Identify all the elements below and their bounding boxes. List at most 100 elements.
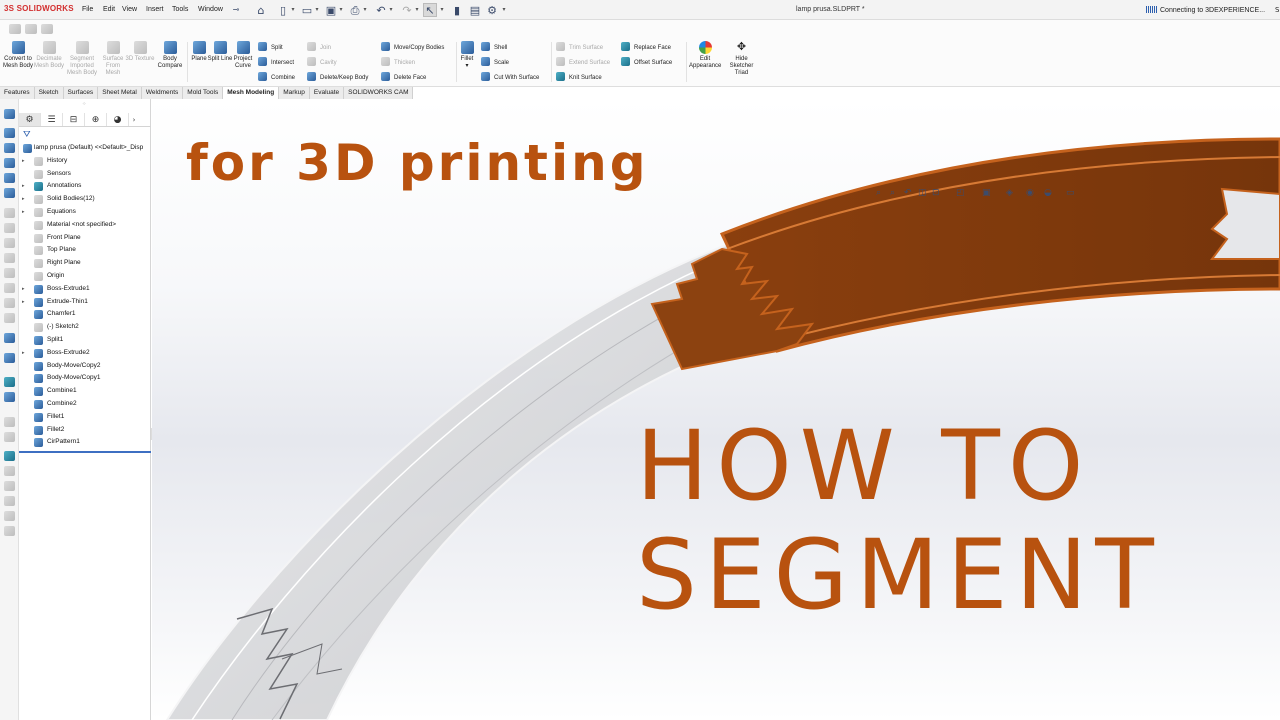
- cube-icon[interactable]: [25, 24, 37, 34]
- view-settings-icon[interactable]: ▭: [1066, 188, 1075, 198]
- tab-sketch[interactable]: Sketch: [34, 87, 64, 99]
- gear-icon[interactable]: ⚙: [485, 3, 499, 17]
- tab-features[interactable]: Features: [0, 87, 35, 99]
- tree-item[interactable]: Fillet1: [19, 411, 151, 424]
- zoom-to-fit-icon[interactable]: ⌕: [876, 188, 881, 198]
- section-view-icon[interactable]: ◫: [918, 188, 927, 198]
- hide-show-icon[interactable]: ◈: [1006, 188, 1013, 198]
- undo-icon[interactable]: ↶: [374, 3, 388, 17]
- solidworks-logo[interactable]: 3S SOLIDWORKS: [4, 4, 74, 13]
- file-properties-icon[interactable]: ▤: [468, 3, 482, 17]
- link-icon[interactable]: [4, 173, 15, 183]
- edit-appearance-icon[interactable]: ◉: [1026, 188, 1034, 198]
- tool-icon[interactable]: [4, 353, 15, 363]
- combine-button[interactable]: Combine: [258, 72, 295, 82]
- rebuild-icon[interactable]: ▮: [450, 3, 464, 17]
- chevron-down-icon[interactable]: ▾: [439, 3, 445, 17]
- tree-item[interactable]: Origin: [19, 270, 151, 283]
- mate-icon[interactable]: [4, 188, 15, 198]
- tool-icon[interactable]: [4, 268, 15, 278]
- trim-surface-button[interactable]: Trim Surface: [556, 42, 603, 52]
- display-style-icon[interactable]: ▣: [982, 188, 991, 198]
- move-copy-bodies-button[interactable]: Move/Copy Bodies: [381, 42, 444, 52]
- camera-icon[interactable]: [9, 24, 21, 34]
- tree-item[interactable]: ▸ Equations: [19, 206, 151, 219]
- tool-icon[interactable]: [4, 208, 15, 218]
- tool-icon[interactable]: [4, 333, 15, 343]
- tool-icon[interactable]: [4, 432, 15, 442]
- menu-file[interactable]: File: [82, 6, 93, 13]
- expand-arrow-icon[interactable]: ▸: [22, 347, 25, 360]
- project-curve-button[interactable]: Project Curve: [228, 41, 258, 70]
- fillet-button[interactable]: Fillet ▾: [455, 41, 479, 70]
- rollback-bar[interactable]: [19, 451, 151, 454]
- tool-icon[interactable]: [4, 223, 15, 233]
- property-manager-tab-icon[interactable]: ☰: [41, 113, 63, 126]
- tool-icon[interactable]: [4, 283, 15, 293]
- open-folder-icon[interactable]: ▭: [300, 3, 314, 17]
- tool-icon[interactable]: [4, 392, 15, 402]
- tool-icon[interactable]: [4, 466, 15, 476]
- chevron-down-icon[interactable]: ▾: [414, 3, 420, 17]
- dimxpert-tab-icon[interactable]: ⊕: [85, 113, 107, 126]
- apply-scene-icon[interactable]: ◒: [1044, 188, 1052, 198]
- decimate-mesh-body-button[interactable]: Decimate Mesh Body: [34, 41, 64, 70]
- tool-icon[interactable]: [4, 496, 15, 506]
- expand-arrow-icon[interactable]: ▸: [22, 180, 25, 193]
- tree-item[interactable]: Combine1: [19, 385, 151, 398]
- filter-icon[interactable]: ⛛: [23, 130, 31, 140]
- chevron-down-icon[interactable]: ▾: [465, 63, 468, 69]
- tree-item[interactable]: ▸ Annotations: [19, 180, 151, 193]
- tree-item[interactable]: Right Plane: [19, 257, 151, 270]
- thicken-button[interactable]: Thicken: [381, 57, 415, 67]
- surface-from-mesh-button[interactable]: Surface From Mesh: [98, 41, 128, 77]
- chevron-down-icon[interactable]: ▾: [314, 3, 320, 17]
- tree-item[interactable]: Sensors: [19, 168, 151, 181]
- tool-icon[interactable]: [4, 417, 15, 427]
- pin-icon[interactable]: ⊸: [229, 3, 243, 17]
- display-manager-tab-icon[interactable]: ◕: [107, 113, 129, 126]
- delete-face-button[interactable]: Delete Face: [381, 72, 426, 82]
- expand-arrow-icon[interactable]: ▸: [22, 296, 25, 309]
- tool-icon[interactable]: [4, 481, 15, 491]
- tree-item[interactable]: Chamfer1: [19, 308, 151, 321]
- tree-item[interactable]: lamp prusa (Default) <<Default>_Disp: [19, 142, 151, 155]
- tool-icon[interactable]: [4, 313, 15, 323]
- tool-icon[interactable]: [4, 377, 15, 387]
- tree-item[interactable]: Body-Move/Copy2: [19, 360, 151, 373]
- shell-button[interactable]: Shell: [481, 42, 507, 52]
- chevron-down-icon[interactable]: ▾: [362, 3, 368, 17]
- body-compare-button[interactable]: Body Compare: [155, 41, 185, 70]
- chevron-down-icon[interactable]: ▾: [501, 3, 507, 17]
- tool-icon[interactable]: [4, 511, 15, 521]
- select-arrow-icon[interactable]: ↖: [423, 3, 437, 17]
- cut-with-surface-button[interactable]: Cut With Surface: [481, 72, 539, 82]
- cavity-button[interactable]: Cavity: [307, 57, 337, 67]
- tab-markup[interactable]: Markup: [279, 87, 310, 99]
- expand-arrow-icon[interactable]: ▸: [22, 155, 25, 168]
- tree-item[interactable]: ▸ Boss-Extrude2: [19, 347, 151, 360]
- print-icon[interactable]: ⎙: [348, 3, 362, 17]
- scale-button[interactable]: Scale: [481, 57, 509, 67]
- feature-tree-tab-icon[interactable]: ⚙: [19, 113, 41, 126]
- tool-icon[interactable]: [4, 526, 15, 536]
- expand-arrow-icon[interactable]: ▸: [22, 283, 25, 296]
- hide-sketcher-triad-button[interactable]: ✥ Hide Sketcher Triad: [725, 41, 758, 77]
- tool-icon[interactable]: [4, 253, 15, 263]
- segment-mesh-body-button[interactable]: Segment Imported Mesh Body: [67, 41, 97, 77]
- tree-item[interactable]: Front Plane: [19, 232, 151, 245]
- menu-edit[interactable]: Edit: [103, 6, 115, 13]
- configuration-tab-icon[interactable]: ⊟: [63, 113, 85, 126]
- view-orientation-icon[interactable]: ◰: [956, 188, 965, 198]
- cam-feature-icon[interactable]: [4, 109, 15, 119]
- part-icon[interactable]: [4, 128, 15, 138]
- menu-insert[interactable]: Insert: [146, 6, 164, 13]
- extend-surface-button[interactable]: Extend Surface: [556, 57, 610, 67]
- panel-grip[interactable]: ⁘: [82, 101, 86, 107]
- tree-item[interactable]: ▸ Extrude-Thin1: [19, 296, 151, 309]
- split-button[interactable]: Split: [258, 42, 283, 52]
- tree-item[interactable]: ▸ Boss-Extrude1: [19, 283, 151, 296]
- redo-icon[interactable]: ↷: [400, 3, 414, 17]
- tree-item[interactable]: Top Plane: [19, 244, 151, 257]
- menu-window[interactable]: Window: [198, 6, 223, 13]
